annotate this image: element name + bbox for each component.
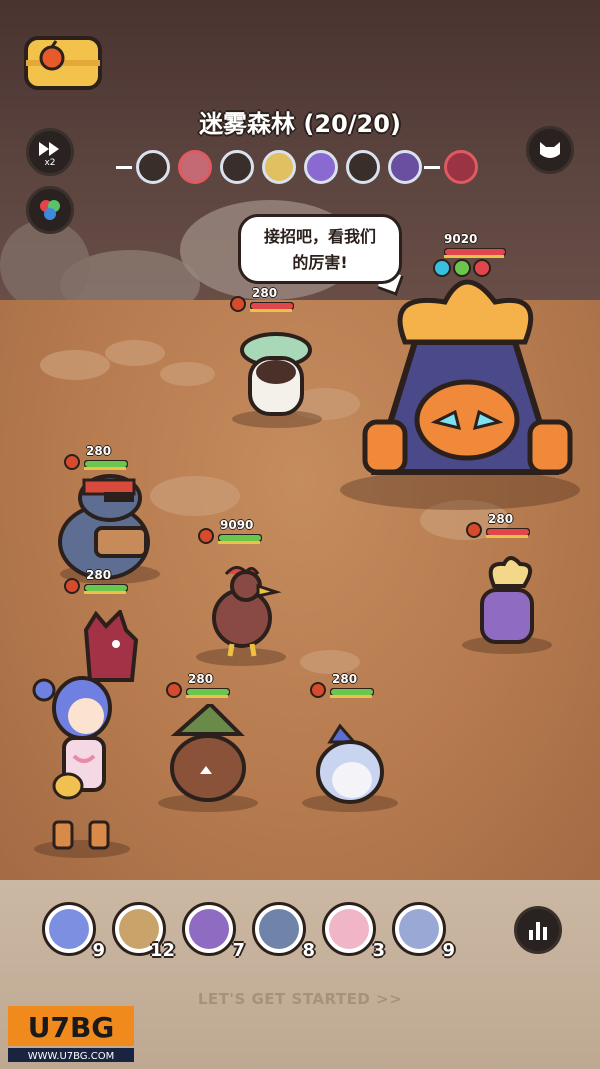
roster-level: 8	[302, 940, 315, 961]
apple-icon	[64, 578, 80, 594]
track-dash	[424, 166, 440, 169]
mushroom-hp-value: 280	[252, 286, 278, 300]
apple-icon	[198, 528, 214, 544]
watermark-url: WWW.U7BG.COM	[28, 1051, 114, 1062]
shark-kid-portrait	[399, 909, 439, 949]
wave-dot	[304, 150, 338, 184]
seed-spirit-hp-value: 280	[488, 512, 514, 526]
speech-line-1: 接招吧，看我们	[263, 227, 376, 246]
volcano-boss[interactable]	[355, 272, 585, 502]
start-prompt[interactable]: LET'S GET STARTED >>	[150, 990, 450, 1008]
roster-slot-bunny[interactable]: 3	[322, 902, 385, 961]
seed-spirit-enemy[interactable]	[474, 556, 544, 648]
mole-energy-bar	[84, 467, 126, 470]
seed-spirit-portrait	[189, 909, 229, 949]
shark-energy-bar	[330, 695, 372, 698]
wave-dot	[346, 150, 380, 184]
apple-icon	[230, 296, 246, 312]
wolf-hp: 280	[166, 672, 236, 702]
speed-button[interactable]: x2	[26, 128, 74, 176]
seed-spirit-hp: 280	[466, 512, 536, 542]
dragon-hp-value: 280	[86, 568, 112, 582]
roster-slot-shark-kid[interactable]: 9	[392, 902, 455, 961]
bar-chart-icon	[529, 922, 547, 940]
roster-level: 7	[232, 940, 245, 961]
watermark-text: U7BG	[28, 1011, 115, 1044]
mole-ally[interactable]	[54, 472, 164, 582]
girl-hero-portrait	[49, 909, 89, 949]
skills-button[interactable]	[26, 186, 74, 234]
wave-dot	[262, 150, 296, 184]
palette-icon	[40, 200, 60, 220]
shark-ally[interactable]	[310, 722, 396, 808]
bunny-portrait	[329, 909, 369, 949]
wave-dot	[220, 150, 254, 184]
rooster-hp: 9090	[198, 518, 268, 548]
apple-icon	[466, 522, 482, 538]
roster-slot-seed-spirit[interactable]: 7	[182, 902, 245, 961]
shark-hp: 280	[310, 672, 380, 702]
seed-spirit-energy-bar	[486, 535, 528, 538]
wolf-hp-value: 280	[188, 672, 214, 686]
shark-hp-value: 280	[332, 672, 358, 686]
battle-scene: x2 迷雾森林 (20/20) 接招吧，看我们 的厉害! 9020 280 28…	[0, 0, 600, 1069]
roster-level: 9	[442, 940, 455, 961]
apple-icon	[166, 682, 182, 698]
wave-progress-track	[112, 146, 492, 188]
girl-hero[interactable]	[30, 672, 134, 852]
roster-slot-dog-cap[interactable]: 12	[112, 902, 175, 961]
roster-level: 9	[92, 940, 105, 961]
ground-stone	[300, 650, 360, 674]
wave-dot	[388, 150, 422, 184]
apple-icon	[310, 682, 326, 698]
stats-button[interactable]	[514, 906, 562, 954]
backpack-icon[interactable]	[22, 30, 104, 92]
roster-level: 12	[149, 940, 175, 961]
boss-wave-dot	[444, 150, 478, 184]
dragon-hp: 280	[64, 568, 134, 598]
stage-title: 迷雾森林 (20/20)	[199, 110, 401, 138]
dragon-energy-bar	[84, 591, 126, 594]
rooster-ally[interactable]	[206, 562, 286, 658]
mushroom-hp: 280	[230, 286, 300, 316]
apple-icon	[64, 454, 80, 470]
rooster-energy-bar	[218, 541, 260, 544]
fast-forward-icon: x2	[39, 142, 59, 166]
roster-level: 3	[372, 940, 385, 961]
boss-hp-value: 9020	[444, 232, 478, 246]
roster-slot-mole-bandit[interactable]: 8	[252, 902, 315, 961]
site-watermark-logo: U7BG WWW.U7BG.COM	[8, 1006, 134, 1062]
speed-multiplier: x2	[44, 158, 55, 166]
roster-slot-girl-hero[interactable]: 9	[42, 902, 105, 961]
pet-button[interactable]	[526, 126, 574, 174]
wolf-energy-bar	[186, 695, 228, 698]
ground-stone	[105, 340, 165, 366]
cat-face-icon	[540, 142, 560, 158]
wolf-ally[interactable]	[160, 704, 260, 804]
mushroom-energy-bar	[250, 309, 292, 312]
mole-hp: 280	[64, 444, 134, 474]
rooster-hp-value: 9090	[220, 518, 254, 532]
mole-bandit-portrait	[259, 909, 299, 949]
wave-dot	[136, 150, 170, 184]
track-dash	[116, 166, 132, 169]
wave-dot	[178, 150, 212, 184]
mole-hp-value: 280	[86, 444, 112, 458]
ground-stone	[40, 350, 110, 380]
mushroom-enemy[interactable]	[236, 330, 316, 420]
ground-stone	[160, 362, 215, 386]
